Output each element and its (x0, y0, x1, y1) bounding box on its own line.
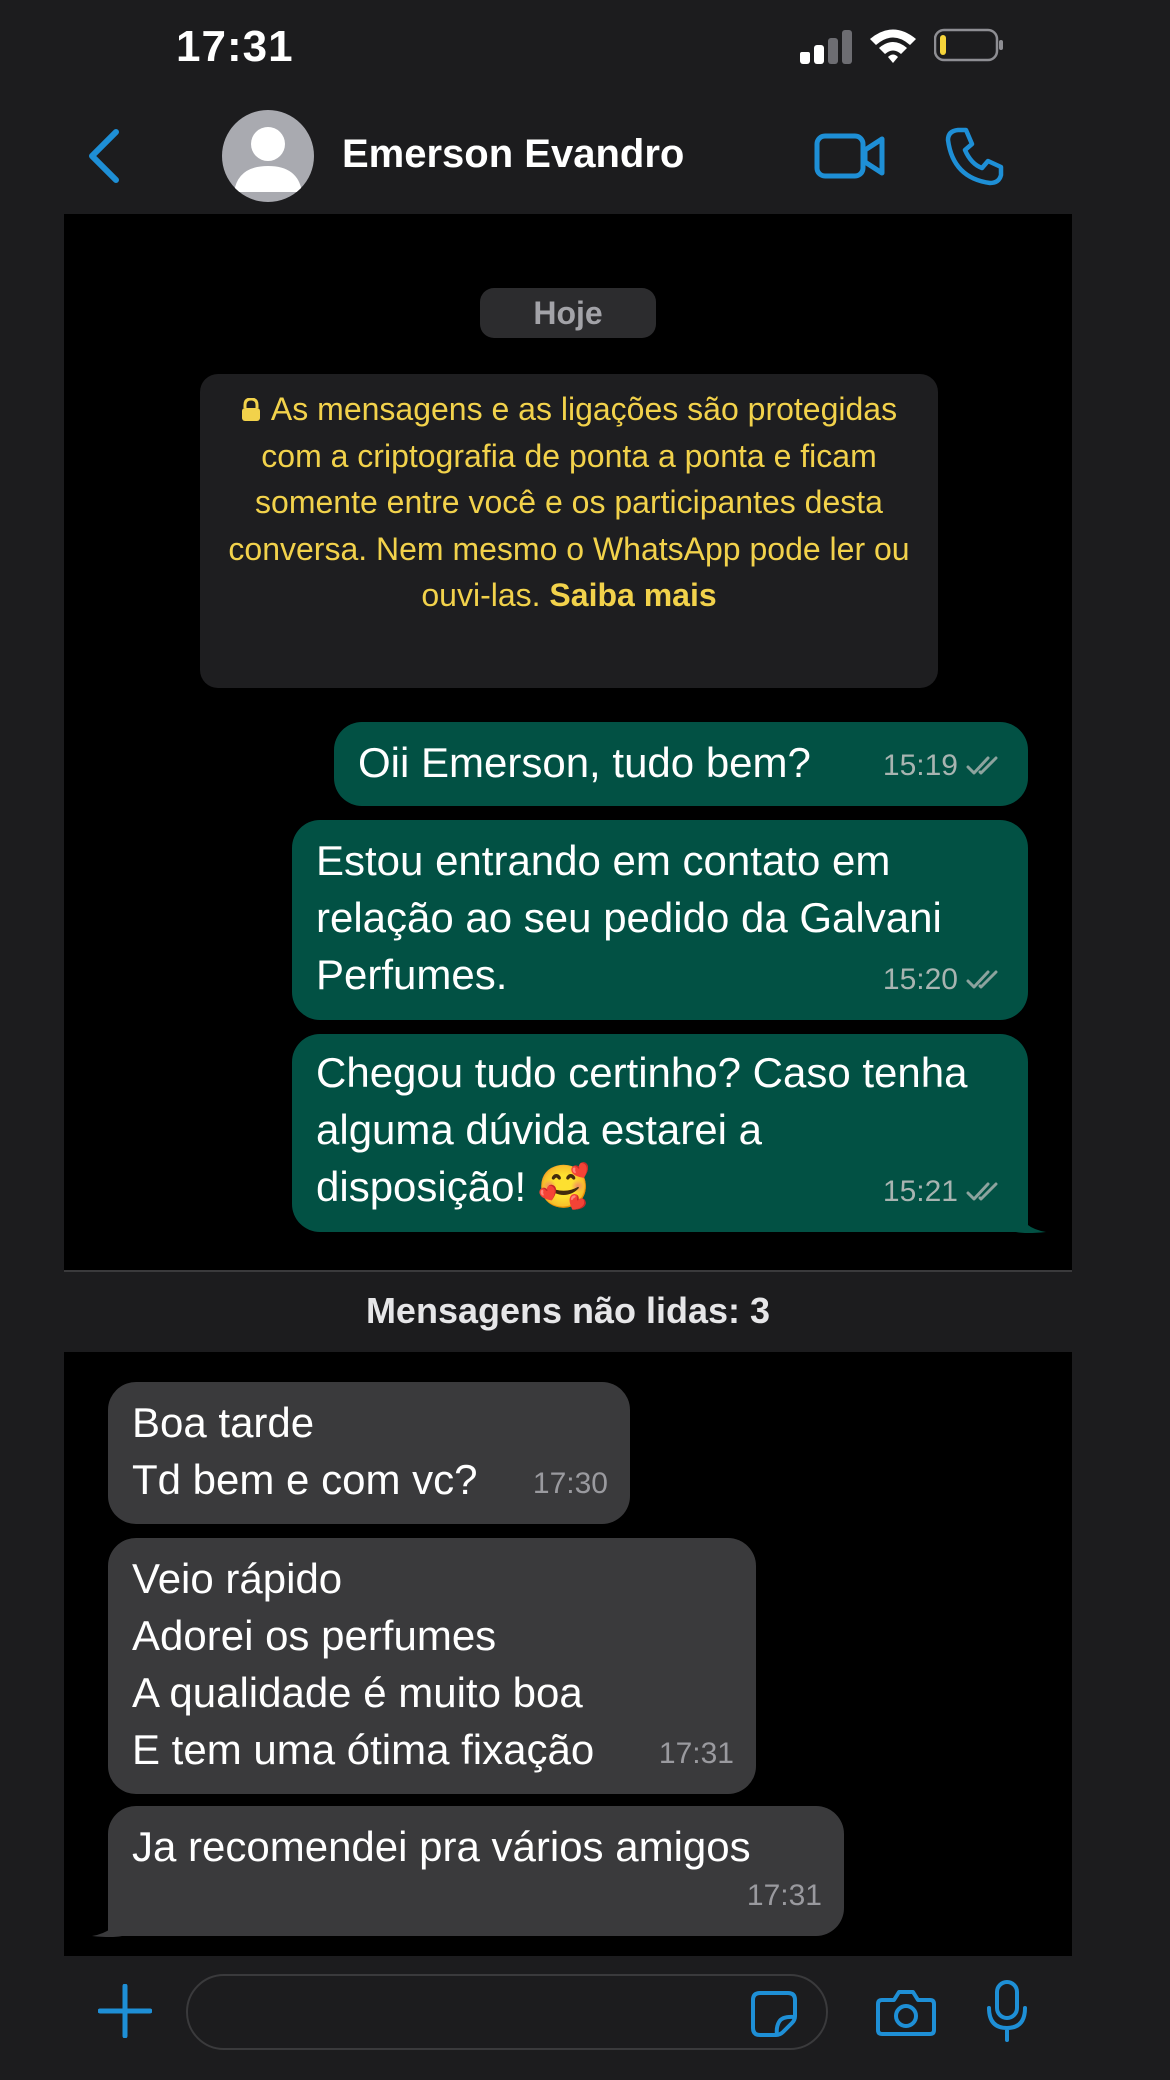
plus-icon[interactable] (98, 1984, 152, 2038)
avatar[interactable] (222, 110, 314, 202)
message-time: 17:30 (532, 1467, 608, 1500)
message-line: Ja recomendei pra vários amigos (132, 1823, 751, 1870)
video-camera-icon[interactable] (814, 130, 886, 182)
message-line: Adorei os perfumes (132, 1612, 497, 1659)
message-time: 15:21 (882, 1175, 958, 1208)
date-label: Hoje (480, 288, 656, 338)
double-check-icon (966, 756, 998, 774)
message-input-bar (0, 1956, 1170, 2080)
battery-icon (934, 28, 1003, 62)
unread-messages-divider: Mensagens não lidas: 3 (64, 1270, 1072, 1352)
message-line: Estou entrando em contato em (316, 837, 891, 884)
learn-more-link[interactable]: Saiba mais (549, 577, 716, 613)
back-arrow-icon[interactable] (80, 124, 130, 188)
lock-icon (241, 398, 260, 421)
avatar-placeholder-icon (234, 127, 302, 192)
encryption-notice[interactable]: As mensagens e as ligações são protegida… (200, 374, 938, 688)
message-line: E tem uma ótima fixação (132, 1726, 595, 1773)
chat-header: Emerson Evandro (0, 100, 1170, 214)
message-time: 15:20 (882, 963, 958, 996)
message-meta: 15:19 (883, 737, 1006, 794)
bubble-tail (92, 1912, 122, 1937)
sticker-icon[interactable] (750, 1990, 798, 2038)
message-line: Chegou tudo certinho? Caso tenha (316, 1049, 968, 1096)
message-time: 17:31 (746, 1879, 822, 1912)
status-bar: 17:31 (0, 0, 1170, 100)
phone-icon[interactable] (944, 126, 1004, 186)
message-input[interactable] (186, 1974, 828, 2050)
message-line: relação ao seu pedido da Galvani (316, 894, 942, 941)
outgoing-message[interactable]: Estou entrando em contato em relação ao … (292, 820, 1028, 1020)
message-time: 15:19 (882, 749, 958, 782)
message-line: A qualidade é muito boa (132, 1669, 583, 1716)
signal-icon (800, 30, 852, 64)
double-check-icon (966, 1182, 998, 1200)
outgoing-message[interactable]: Chegou tudo certinho? Caso tenha alguma … (292, 1034, 1028, 1232)
contact-name[interactable]: Emerson Evandro (342, 132, 684, 177)
chat-area[interactable]: Hoje As mensagens e as ligações são prot… (64, 214, 1072, 1956)
message-time: 17:31 (658, 1737, 734, 1770)
status-time: 17:31 (176, 22, 294, 71)
wifi-icon (870, 29, 916, 63)
message-meta: 15:21 (883, 1163, 1006, 1220)
incoming-message[interactable]: Ja recomendei pra vários amigos 17:31 (108, 1806, 844, 1936)
message-meta: 17:31 (659, 1725, 734, 1782)
incoming-message[interactable]: Veio rápido Adorei os perfumes A qualida… (108, 1538, 756, 1794)
message-meta: 17:30 (533, 1455, 608, 1512)
camera-icon[interactable] (876, 1988, 936, 2038)
message-line: Boa tarde (132, 1399, 315, 1446)
message-meta: 17:31 (747, 1867, 822, 1924)
outgoing-message[interactable]: Oii Emerson, tudo bem? 15:19 (334, 722, 1028, 806)
bubble-tail (1016, 1208, 1046, 1233)
incoming-message[interactable]: Boa tarde Td bem e com vc? 17:30 (108, 1382, 630, 1524)
microphone-icon[interactable] (986, 1980, 1028, 2044)
message-line: alguma dúvida estarei a (316, 1106, 762, 1153)
double-check-icon (966, 970, 998, 988)
message-line: Veio rápido (132, 1555, 343, 1602)
message-meta: 15:20 (883, 951, 1006, 1008)
